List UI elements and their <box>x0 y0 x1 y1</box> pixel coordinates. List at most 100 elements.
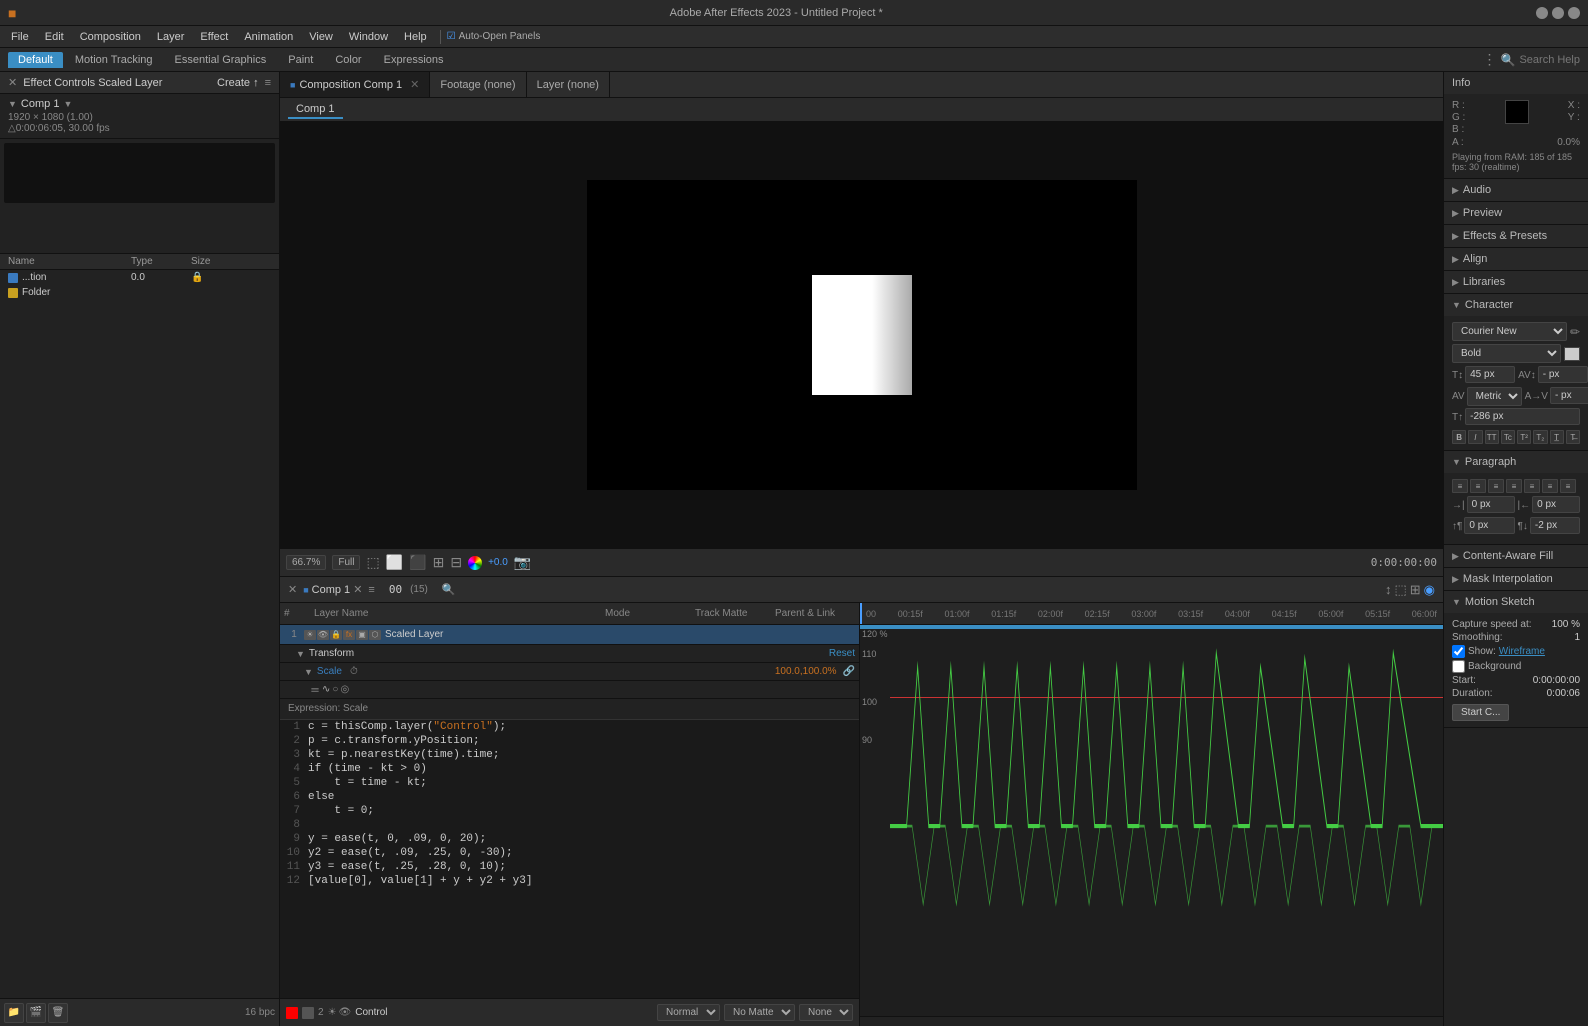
project-row-comp[interactable]: ...tion 0.0 🔒 <box>0 270 279 285</box>
space-after-input[interactable] <box>1530 517 1580 534</box>
zoom-select[interactable]: 66.7% <box>286 555 326 570</box>
timeline-overflow-icon[interactable]: ≡ <box>368 584 374 596</box>
menu-view[interactable]: View <box>302 29 340 45</box>
menu-file[interactable]: File <box>4 29 36 45</box>
panel-close-icon[interactable]: ✕ <box>8 76 17 89</box>
view-icon-2[interactable]: ⬜ <box>386 554 403 571</box>
ws-tab-motion-tracking[interactable]: Motion Tracking <box>65 52 163 68</box>
scale-link-icon[interactable]: 🔗 <box>843 666 855 677</box>
transform-group-row[interactable]: ▼ Transform Reset <box>280 645 859 663</box>
libraries-header[interactable]: ▶ Libraries <box>1444 271 1588 293</box>
strikethrough-btn[interactable]: T̶ <box>1566 430 1580 444</box>
tl-tool-1[interactable]: ↕ <box>1385 582 1392 597</box>
layer-lock-icon[interactable]: 🔒 <box>330 630 342 640</box>
ws-tab-expressions[interactable]: Expressions <box>374 52 454 68</box>
leading-input[interactable] <box>1538 366 1588 383</box>
menu-window[interactable]: Window <box>342 29 395 45</box>
ws-tab-color[interactable]: Color <box>325 52 371 68</box>
expr-icon-wave[interactable]: ∿ <box>322 684 330 695</box>
font-style-select[interactable]: Bold <box>1452 344 1561 363</box>
menu-animation[interactable]: Animation <box>237 29 300 45</box>
tl-tool-4[interactable]: ◉ <box>1424 582 1435 598</box>
search-icon-tl[interactable]: 🔍 <box>442 583 456 596</box>
caps-btn[interactable]: TT <box>1485 430 1499 444</box>
timecode-display[interactable]: 0:00:00:00 <box>1371 556 1437 569</box>
align-header[interactable]: ▶ Align <box>1444 248 1588 270</box>
l2-icon-1[interactable]: ☀ <box>328 1007 337 1018</box>
show-wireframe-checkbox[interactable] <box>1452 645 1465 658</box>
code-editor[interactable]: 1 c = thisComp.layer("Control"); 2 p = c… <box>280 719 859 998</box>
expr-icon-target[interactable]: ◎ <box>340 684 349 695</box>
layer-2-mode-select[interactable]: Normal <box>657 1004 720 1021</box>
space-before-input[interactable] <box>1464 517 1514 534</box>
ws-tab-default[interactable]: Default <box>8 52 63 68</box>
justify-btn[interactable]: ≡ <box>1506 479 1522 493</box>
align-left-btn[interactable]: ≡ <box>1452 479 1468 493</box>
kerning-select[interactable]: Metrics <box>1467 387 1522 406</box>
mask-interp-header[interactable]: ▶ Mask Interpolation <box>1444 568 1588 590</box>
panel-overflow-icon[interactable]: ≡ <box>265 77 271 89</box>
timeline-close-icon[interactable]: ✕ <box>288 583 297 596</box>
quality-select[interactable]: Full <box>332 555 360 570</box>
start-capture-btn[interactable]: Start C... <box>1452 704 1509 721</box>
scale-prop-row[interactable]: ▼ Scale ⏱ 100.0,100.0% 🔗 <box>280 663 859 681</box>
justify-center-btn[interactable]: ≡ <box>1524 479 1540 493</box>
indent-right-input[interactable] <box>1532 496 1580 513</box>
menu-effect[interactable]: Effect <box>193 29 235 45</box>
viewer-tab-comp[interactable]: Comp 1 <box>288 101 343 119</box>
reset-btn[interactable]: Reset <box>829 648 855 659</box>
layer-fx-icon[interactable]: fx <box>343 630 355 640</box>
italic-btn[interactable]: I <box>1468 430 1482 444</box>
paragraph-header[interactable]: ▼ Paragraph <box>1444 451 1588 473</box>
sub-btn[interactable]: T₂ <box>1533 430 1547 444</box>
project-row-folder[interactable]: Folder <box>0 285 279 300</box>
layer-3d-icon[interactable]: ⬡ <box>369 630 381 640</box>
tl-tool-3[interactable]: ⊞ <box>1410 582 1421 598</box>
new-comp-btn[interactable]: 🎬 <box>26 1003 46 1023</box>
view-icon-5[interactable]: ⊟ <box>450 554 462 571</box>
search-help-label[interactable]: Search Help <box>1519 54 1580 66</box>
maximize-btn[interactable] <box>1552 7 1564 19</box>
menu-edit[interactable]: Edit <box>38 29 71 45</box>
show-background-checkbox[interactable] <box>1452 660 1465 673</box>
view-icon-1[interactable]: ⬚ <box>366 554 379 571</box>
comp-tab-composition[interactable]: ■ Composition Comp 1 ✕ <box>280 72 430 97</box>
timecode-tl[interactable]: 00 <box>389 583 402 596</box>
layer-1-row[interactable]: 1 ☀ 👁 🔒 fx ▣ ⬡ Scaled Layer <box>280 625 859 645</box>
ws-tab-paint[interactable]: Paint <box>278 52 323 68</box>
workspace-overflow-icon[interactable]: ⋮ <box>1483 51 1497 68</box>
l2-icon-2[interactable]: 👁 <box>339 1007 352 1018</box>
ws-tab-essential-graphics[interactable]: Essential Graphics <box>165 52 277 68</box>
create-label[interactable]: Create ↑ <box>217 77 259 89</box>
timeline-scrollbar[interactable] <box>860 1016 1443 1026</box>
preview-header[interactable]: ▶ Preview <box>1444 202 1588 224</box>
auto-open-panels-checkbox[interactable]: ☑ Auto-Open Panels <box>447 31 541 42</box>
color-swatch[interactable] <box>1564 347 1580 361</box>
align-right-btn[interactable]: ≡ <box>1488 479 1504 493</box>
expr-icon-eq[interactable]: ＝ <box>310 682 320 697</box>
font-family-select[interactable]: Courier New <box>1452 322 1567 341</box>
delete-btn[interactable]: 🗑 <box>48 1003 68 1023</box>
camera-icon[interactable]: 📷 <box>514 554 531 571</box>
menu-layer[interactable]: Layer <box>150 29 192 45</box>
audio-header[interactable]: ▶ Audio <box>1444 179 1588 201</box>
view-icon-3[interactable]: ⬛ <box>409 554 426 571</box>
stopwatch-icon[interactable]: ⏱ <box>350 666 358 677</box>
effects-presets-header[interactable]: ▶ Effects & Presets <box>1444 225 1588 247</box>
bold-btn[interactable]: B <box>1452 430 1466 444</box>
layer-solo-icon[interactable]: ☀ <box>304 630 316 640</box>
justify-all-btn[interactable]: ≡ <box>1560 479 1576 493</box>
layer-vis-icon[interactable]: 👁 <box>317 630 329 640</box>
content-aware-header[interactable]: ▶ Content-Aware Fill <box>1444 545 1588 567</box>
motion-sketch-header[interactable]: ▼ Motion Sketch <box>1444 591 1588 613</box>
scale-value[interactable]: 100.0,100.0% <box>775 666 837 677</box>
layer-2-matte-select[interactable]: No Matte <box>724 1004 795 1021</box>
baseline-input[interactable] <box>1465 408 1580 425</box>
info-header[interactable]: Info <box>1444 72 1588 94</box>
playhead[interactable] <box>860 603 862 624</box>
close-btn[interactable] <box>1568 7 1580 19</box>
smallcaps-btn[interactable]: Tc <box>1501 430 1515 444</box>
underline-btn[interactable]: T̲ <box>1550 430 1564 444</box>
tl-tool-2[interactable]: ⬚ <box>1394 582 1406 598</box>
indent-left-input[interactable] <box>1467 496 1515 513</box>
